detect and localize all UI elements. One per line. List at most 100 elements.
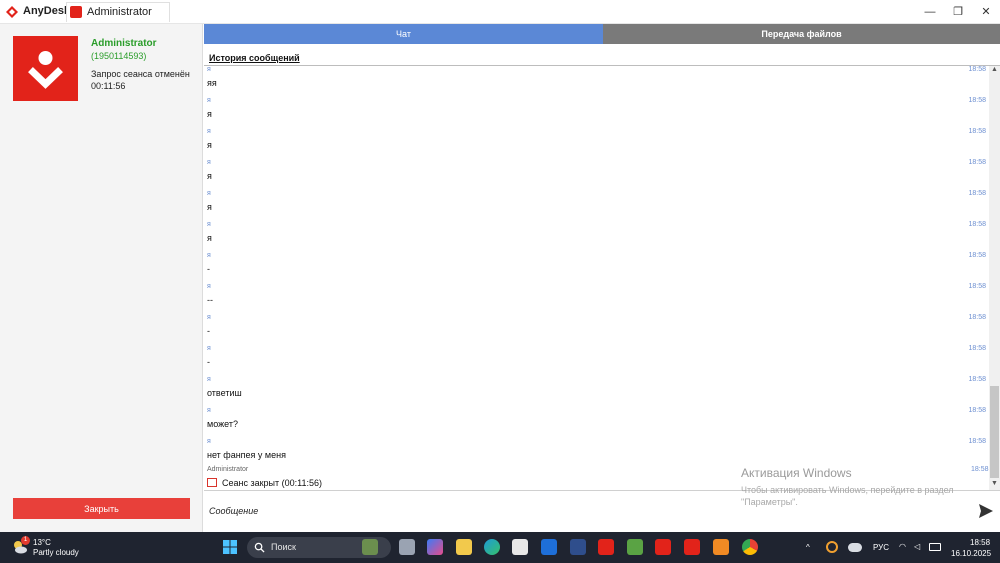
sync-icon[interactable] (826, 541, 838, 553)
message-text: я (207, 140, 212, 150)
anydesk-logo-icon (6, 6, 18, 18)
chat-message: я 18:58 - (204, 345, 988, 375)
tab-file-transfer[interactable]: Передача файлов (603, 24, 1000, 44)
system-message-time: 18:58 (971, 466, 989, 473)
scroll-up-icon[interactable]: ▲ (989, 66, 1000, 76)
title-bar: AnyDesk Administrator — ❐ ✕ (0, 0, 1000, 24)
message-sender: я (207, 97, 211, 104)
message-text: яя (207, 78, 217, 88)
chat-message: я 18:58 я (204, 221, 988, 251)
search-highlight-icon (362, 539, 378, 555)
session-closed-icon (207, 478, 217, 487)
store-icon[interactable] (512, 539, 528, 555)
history-title: История сообщений (209, 53, 300, 63)
wps-office-icon[interactable] (598, 539, 614, 555)
message-sender: я (207, 159, 211, 166)
clock-date[interactable]: 16.10.2025 (951, 549, 991, 558)
search-label: Поиск (271, 542, 296, 552)
message-text: нет фанпея у меня (207, 450, 286, 460)
chat-message: я 18:58 ответиш (204, 376, 988, 406)
edge-icon[interactable] (484, 539, 500, 555)
scroll-down-icon[interactable]: ▼ (989, 480, 1000, 490)
system-message-text: Сеанс закрыт (00:11:56) (222, 478, 323, 488)
chat-message: я 18:58 нет фанпея у меня (204, 438, 988, 468)
message-text: я (207, 202, 212, 212)
minecraft-icon[interactable] (627, 539, 643, 555)
copilot-icon[interactable] (427, 539, 443, 555)
message-text: я (207, 171, 212, 181)
message-sender: я (207, 376, 211, 383)
task-view-icon[interactable] (399, 539, 415, 555)
session-tab-icon (70, 6, 82, 18)
weather-description: Partly cloudy (33, 548, 79, 557)
wifi-icon[interactable]: ◠ (899, 542, 906, 551)
language-indicator[interactable]: РУС (873, 543, 889, 552)
search-icon (254, 542, 265, 553)
cloud-icon[interactable] (848, 543, 862, 552)
message-sender: я (207, 407, 211, 414)
anydesk-taskbar-icon[interactable] (655, 539, 671, 555)
remote-user-name: Administrator (91, 38, 157, 49)
message-time: 18:58 (968, 66, 986, 73)
clock-time[interactable]: 18:58 (970, 538, 990, 547)
outlook-icon[interactable] (541, 539, 557, 555)
message-time: 18:58 (968, 128, 986, 135)
message-time: 18:58 (968, 283, 986, 290)
app-icon[interactable] (570, 539, 586, 555)
session-status: Запрос сеанса отменён (91, 69, 190, 79)
message-sender: я (207, 438, 211, 445)
message-sender: я (207, 128, 211, 135)
message-time: 18:58 (968, 252, 986, 259)
minimize-button[interactable]: — (922, 4, 938, 20)
chat-message: я 18:58 яя (204, 66, 988, 96)
anydesk-taskbar-icon-2[interactable] (684, 539, 700, 555)
chat-message: я 18:58 может? (204, 407, 988, 437)
file-explorer-icon[interactable] (456, 539, 472, 555)
chat-message: я 18:58 я (204, 128, 988, 158)
message-text: - (207, 264, 210, 274)
message-sender: я (207, 190, 211, 197)
close-session-button[interactable]: Закрыть (13, 498, 190, 519)
chrome-icon[interactable] (742, 539, 758, 555)
chat-history: я 18:58 яя я 18:58 я я 18:58 я я 18:58 я я 18:58 я я 18:… (204, 66, 988, 490)
avatar (13, 36, 78, 101)
restore-button[interactable]: ❐ (950, 4, 966, 20)
battery-icon[interactable] (929, 543, 941, 551)
message-text: -- (207, 295, 213, 305)
close-window-button[interactable]: ✕ (978, 4, 994, 20)
message-time: 18:58 (968, 314, 986, 321)
chat-message: я 18:58 я (204, 190, 988, 220)
message-sender: я (207, 283, 211, 290)
message-time: 18:58 (968, 97, 986, 104)
session-tab[interactable]: Administrator (66, 2, 170, 22)
message-sender: я (207, 345, 211, 352)
message-text: я (207, 109, 212, 119)
message-time: 18:58 (968, 376, 986, 383)
session-timer: 00:11:56 (91, 81, 126, 91)
app-name: AnyDesk (23, 5, 71, 17)
session-panel: Administrator (1950114593) Запрос сеанса… (0, 24, 203, 532)
tab-chat[interactable]: Чат (204, 24, 603, 44)
scroll-thumb[interactable] (990, 386, 999, 478)
remote-user-id: (1950114593) (91, 51, 147, 61)
message-time: 18:58 (968, 190, 986, 197)
message-sender: я (207, 221, 211, 228)
message-sender: я (207, 314, 211, 321)
message-sender: я (207, 66, 211, 73)
chat-message: я 18:58 -- (204, 283, 988, 313)
message-time: 18:58 (968, 407, 986, 414)
weather-badge: 1 (21, 536, 30, 545)
message-time: 18:58 (968, 159, 986, 166)
volume-icon[interactable]: ◁ (914, 542, 920, 551)
chat-message: я 18:58 - (204, 252, 988, 282)
tray-chevron-icon[interactable]: ^ (806, 543, 810, 552)
message-text: может? (207, 419, 238, 429)
message-text: ответиш (207, 388, 242, 398)
chat-message: я 18:58 - (204, 314, 988, 344)
message-sender: я (207, 252, 211, 259)
message-time: 18:58 (968, 345, 986, 352)
system-message-sender: Administrator (207, 466, 249, 473)
windows-start-icon[interactable] (222, 539, 238, 555)
search-app-icon[interactable] (713, 539, 729, 555)
session-tab-label: Administrator (87, 6, 152, 18)
